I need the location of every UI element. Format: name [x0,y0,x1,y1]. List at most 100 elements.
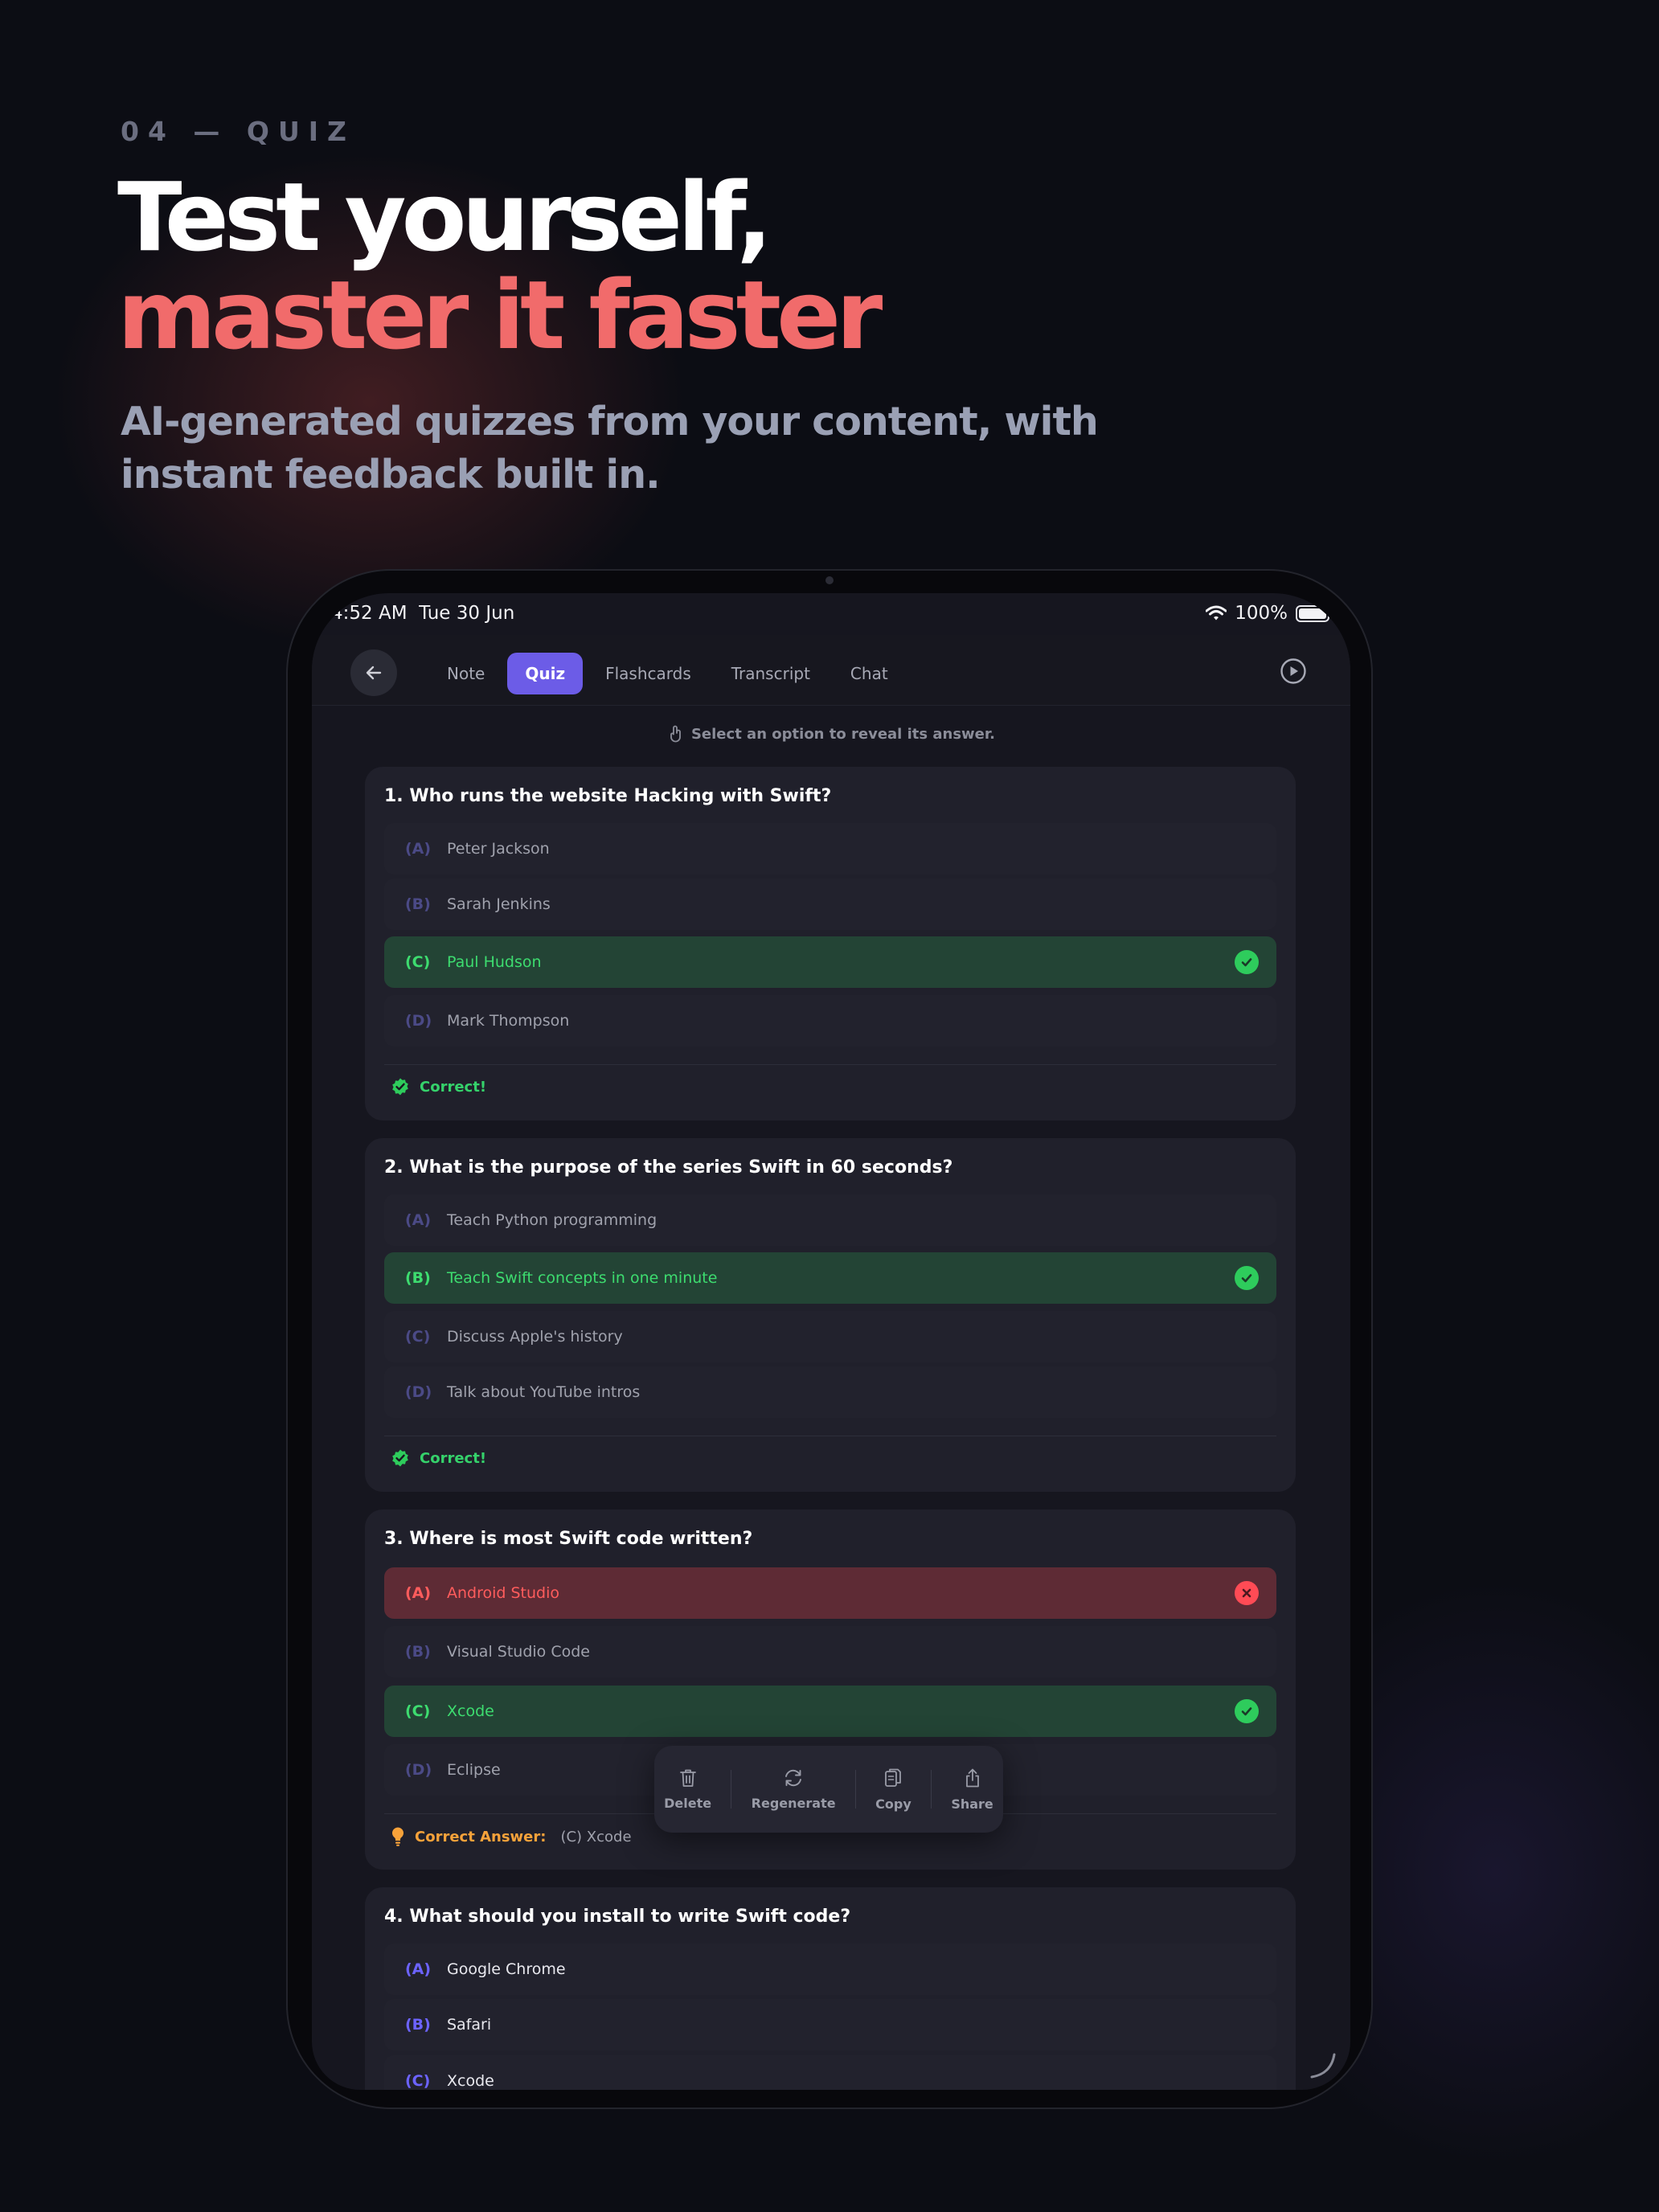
option-a[interactable]: (A) Teach Python programming [384,1194,1276,1246]
battery-icon [1296,604,1333,622]
option-letter: (D) [405,1761,432,1779]
option-letter: (C) [405,953,431,971]
battery-percent: 100% [1235,603,1288,624]
check-icon [1235,1699,1259,1723]
feedback-answer-value: (C) Xcode [560,1828,632,1845]
quiz-content[interactable]: Select an option to reveal its answer. 1… [312,706,1350,2090]
option-letter: (A) [405,1584,432,1602]
option-text: Mark Thompson [447,1012,570,1030]
feedback-correct: Correct! [391,1077,486,1096]
question-title: 1. Who runs the website Hacking with Swi… [384,786,832,806]
share-label: Share [951,1796,993,1812]
option-letter: (A) [405,1960,432,1978]
tablet-screen: 4:52 AM Tue 30 Jun 100% Note Quiz Flashc… [312,593,1350,2090]
toolbar-divider [931,1770,932,1809]
option-letter: (B) [405,895,431,913]
feedback-text: Correct! [420,1449,487,1467]
option-text: Google Chrome [447,1960,566,1978]
option-text: Teach Swift concepts in one minute [447,1269,718,1287]
question-card-4: 4. What should you install to write Swif… [365,1887,1296,2090]
refresh-icon [785,1769,802,1786]
check-icon [1235,1266,1259,1290]
delete-button[interactable]: Delete [664,1768,711,1811]
option-text: Discuss Apple's history [447,1328,623,1346]
top-navigation: Note Quiz Flashcards Transcript Chat [312,635,1350,706]
tab-quiz[interactable]: Quiz [507,653,584,694]
option-c[interactable]: (C) Paul Hudson [384,936,1276,988]
headline-line-1: Test yourself, [117,162,772,272]
back-button[interactable] [350,649,397,696]
feedback-text: Correct! [420,1078,487,1096]
lightbulb-icon [392,1827,403,1846]
option-text: Visual Studio Code [447,1643,590,1661]
hint-text: Select an option to reveal its answer. [690,725,996,743]
option-letter: (C) [405,1328,431,1346]
option-letter: (C) [405,2072,431,2090]
tab-bar: Note Quiz Flashcards Transcript Chat [429,653,906,694]
option-b[interactable]: (B) Sarah Jenkins [384,879,1276,930]
option-letter: (A) [405,840,432,858]
copy-button[interactable]: Copy [875,1768,911,1812]
tab-transcript[interactable]: Transcript [714,653,828,694]
option-a[interactable]: (A) Google Chrome [384,1944,1276,1995]
option-letter: (B) [405,1269,431,1287]
option-letter: (D) [405,1383,432,1401]
option-a[interactable]: (A) Android Studio [384,1567,1276,1619]
option-text: Sarah Jenkins [447,895,551,913]
status-bar: 4:52 AM Tue 30 Jun 100% [312,593,1350,635]
page: 04 — QUIZ Test yourself, master it faste… [0,0,1659,2212]
status-time: 4:52 AM [331,603,408,624]
front-camera [825,576,834,584]
option-b[interactable]: (B) Safari [384,1999,1276,2050]
option-text: Xcode [447,1702,494,1720]
tap-hand-icon [670,725,681,743]
share-button[interactable]: Share [951,1768,993,1812]
share-icon [965,1768,979,1787]
verified-badge-icon [392,1078,408,1096]
option-c[interactable]: (C) Discuss Apple's history [384,1311,1276,1362]
regenerate-label: Regenerate [751,1795,836,1811]
divider [384,1064,1276,1065]
tab-note[interactable]: Note [429,653,502,694]
option-c[interactable]: (C) Xcode [384,2055,1276,2090]
verified-badge-icon [392,1449,408,1467]
delete-label: Delete [664,1795,712,1811]
option-b[interactable]: (B) Visual Studio Code [384,1626,1276,1677]
copy-icon [885,1768,902,1787]
action-toolbar: Delete Regenerate Copy Share [654,1746,1003,1833]
headline-line-2: master it faster [117,260,883,371]
play-icon[interactable] [1280,657,1307,685]
option-c[interactable]: (C) Xcode [384,1686,1276,1737]
toolbar-divider [854,1770,856,1809]
option-d[interactable]: (D) Talk about YouTube intros [384,1366,1276,1418]
option-a[interactable]: (A) Peter Jackson [384,823,1276,875]
tab-flashcards[interactable]: Flashcards [588,653,709,694]
status-date: Tue 30 Jun [419,603,515,624]
feedback-correct: Correct! [391,1448,486,1468]
section-eyebrow: 04 — QUIZ [121,116,355,147]
question-title: 3. Where is most Swift code written? [384,1529,753,1549]
trash-icon [679,1769,696,1787]
check-icon [1235,950,1259,974]
option-letter: (B) [405,2016,431,2034]
option-text: Eclipse [447,1761,501,1779]
option-letter: (C) [405,1702,431,1720]
arrow-left-icon [366,666,382,680]
option-letter: (B) [405,1643,431,1661]
regenerate-button[interactable]: Regenerate [752,1768,836,1811]
option-text: Paul Hudson [447,953,542,971]
option-d[interactable]: (D) Mark Thompson [384,995,1276,1047]
wifi-icon [1206,605,1227,621]
feedback-correct-answer: Correct Answer: (C) Xcode [391,1826,632,1847]
hint-banner: Select an option to reveal its answer. [312,725,1350,743]
option-b[interactable]: (B) Teach Swift concepts in one minute [384,1252,1276,1304]
option-letter: (D) [405,1012,432,1030]
option-text: Safari [447,2016,492,2034]
tab-chat[interactable]: Chat [833,653,906,694]
option-text: Peter Jackson [447,840,550,858]
feedback-label: Correct Answer: [415,1828,547,1845]
option-text: Xcode [447,2072,494,2090]
resize-handle-icon[interactable] [1307,2048,1339,2080]
option-text: Android Studio [447,1584,560,1602]
copy-label: Copy [875,1796,911,1812]
